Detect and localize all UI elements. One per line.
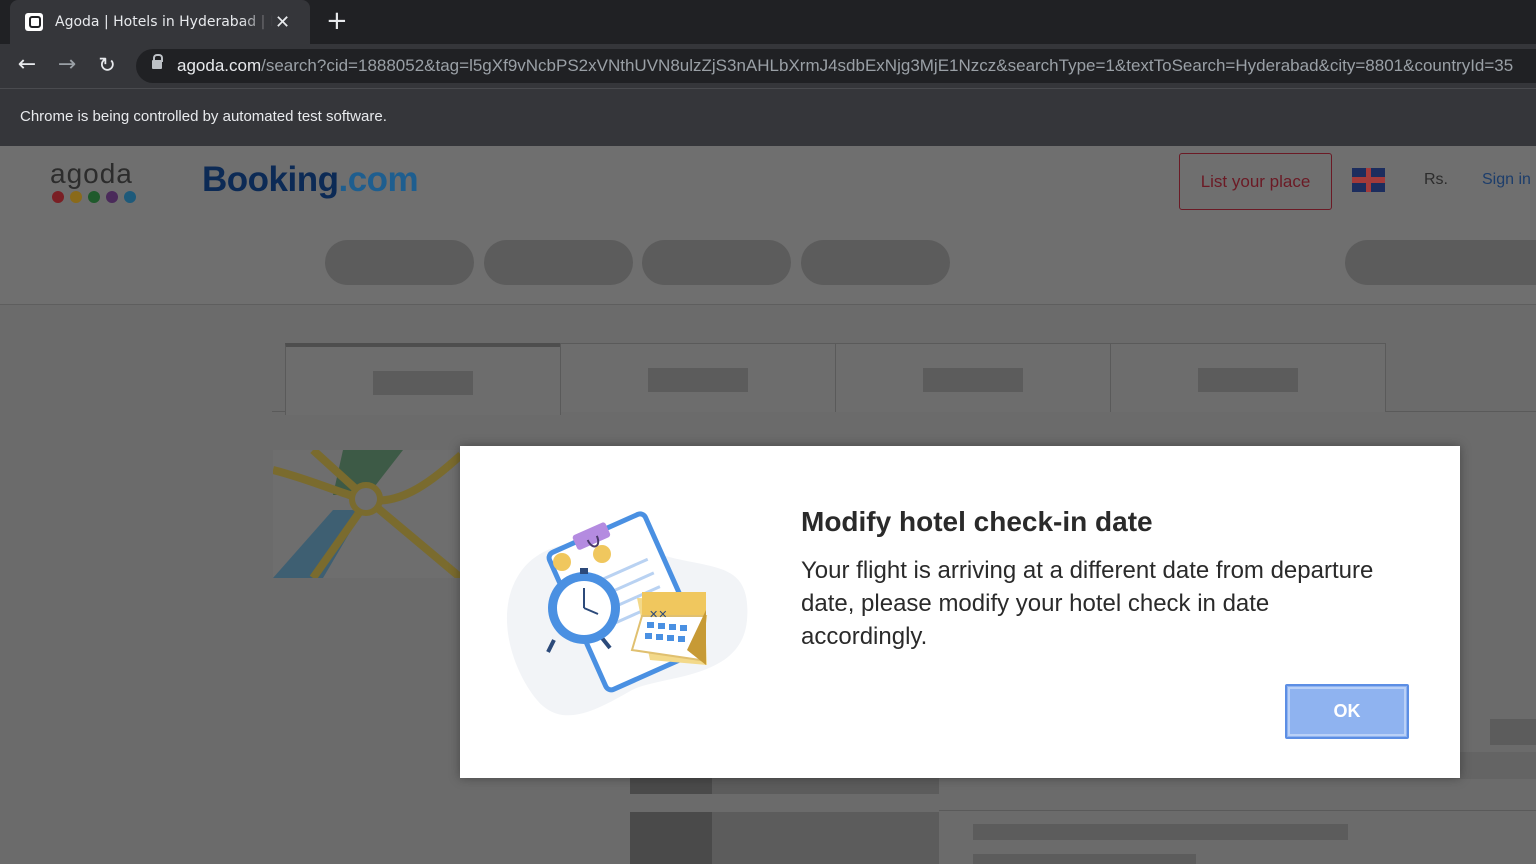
result-tab-placeholder[interactable] [560,343,836,412]
agoda-logo-dots [52,191,136,203]
url-path: /search?cid=1888052&tag=l5gXf9vNcbPS2xVN… [261,56,1514,75]
svg-text:✕✕: ✕✕ [649,608,667,621]
tab-title: Agoda | Hotels in Hyderabad | Best Price… [55,14,273,30]
automation-infobar: Chrome is being controlled by automated … [0,88,1536,147]
agoda-favicon-icon [25,13,43,31]
infobar-text: Chrome is being controlled by automated … [20,108,387,125]
tabs-divider [1385,343,1536,412]
site-header: agoda Booking.com List your place Rs. Si… [0,146,1536,305]
result-tab-placeholder[interactable] [1110,343,1386,412]
result-tab-placeholder[interactable] [285,343,561,415]
uk-flag-icon[interactable] [1352,168,1385,192]
content-placeholder [1490,719,1536,745]
lock-icon[interactable] [152,54,163,69]
url-text[interactable]: agoda.com/search?cid=1888052&tag=l5gXf9v… [177,56,1513,76]
close-icon[interactable]: ✕ [275,12,290,33]
booking-logo-main: Booking [202,160,339,199]
content-placeholder [973,824,1348,840]
browser-tabstrip: Agoda | Hotels in Hyderabad | Best Price… [0,0,1536,44]
map-graphic [273,450,461,578]
nav-pill-placeholder [325,240,474,285]
booking-logo-suffix: .com [338,160,419,199]
nav-pill-placeholder [1345,240,1536,285]
tab-label-placeholder [373,371,473,395]
booking-logo[interactable]: Booking.com [202,160,419,200]
dialog-title: Modify hotel check-in date [801,506,1153,537]
agoda-logo[interactable]: agoda [50,158,136,203]
list-your-place-button[interactable]: List your place [1179,153,1332,210]
content-divider [939,810,1536,811]
tab-label-placeholder [648,368,748,392]
nav-pill-placeholder [484,240,633,285]
plus-icon[interactable]: + [326,7,348,35]
calendar-clock-checklist-illustration: ✕✕ [506,511,748,716]
logo-dot [70,191,82,203]
agoda-logo-text: agoda [50,158,133,189]
logo-dot [52,191,64,203]
browser-tab[interactable]: Agoda | Hotels in Hyderabad | Best Price… [10,0,310,44]
tab-label-placeholder [923,368,1023,392]
ok-button[interactable]: OK [1285,684,1409,739]
reload-icon[interactable]: ↻ [92,50,122,80]
modify-checkin-dialog: ✕✕ Modify hotel check-in date Your fligh… [460,446,1460,778]
logo-dot [88,191,100,203]
dialog-message: Your flight is arriving at a different d… [801,557,1374,650]
result-tab-placeholder[interactable] [835,343,1111,412]
logo-dot [124,191,136,203]
address-bar[interactable]: agoda.com/search?cid=1888052&tag=l5gXf9v… [136,49,1536,83]
tab-label-placeholder [1198,368,1298,392]
url-host: agoda.com [177,56,262,75]
content-placeholder [973,854,1196,864]
content-placeholder [630,812,712,864]
result-tabs [285,343,1386,415]
content-placeholder [630,778,712,794]
nav-pill-placeholder [801,240,950,285]
nav-pill-placeholder [642,240,791,285]
browser-toolbar: ← → ↻ agoda.com/search?cid=1888052&tag=l… [0,44,1536,88]
forward-arrow-icon[interactable]: → [52,50,82,80]
logo-dot [106,191,118,203]
back-arrow-icon[interactable]: ← [12,50,42,80]
sign-in-link[interactable]: Sign in [1482,171,1531,189]
currency-selector[interactable]: Rs. [1424,171,1448,189]
map-thumbnail[interactable] [273,450,461,578]
